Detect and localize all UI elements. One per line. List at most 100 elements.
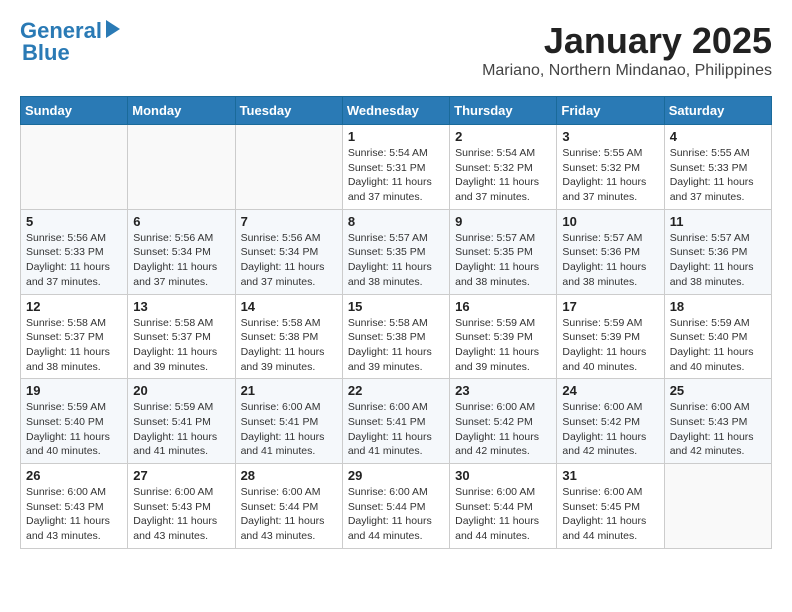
day-cell: 8 Sunrise: 5:57 AM Sunset: 5:35 PM Daylig…	[342, 209, 449, 294]
day-number: 11	[670, 214, 766, 229]
weekday-header-sunday: Sunday	[21, 97, 128, 125]
day-number: 23	[455, 383, 551, 398]
day-number: 4	[670, 129, 766, 144]
day-cell: 7 Sunrise: 5:56 AM Sunset: 5:34 PM Daylig…	[235, 209, 342, 294]
day-info: Sunrise: 6:00 AM Sunset: 5:41 PM Dayligh…	[348, 400, 444, 459]
day-cell: 2 Sunrise: 5:54 AM Sunset: 5:32 PM Daylig…	[450, 125, 557, 210]
day-cell: 1 Sunrise: 5:54 AM Sunset: 5:31 PM Daylig…	[342, 125, 449, 210]
day-info: Sunrise: 6:00 AM Sunset: 5:44 PM Dayligh…	[241, 485, 337, 544]
day-number: 5	[26, 214, 122, 229]
day-number: 21	[241, 383, 337, 398]
day-cell: 31 Sunrise: 6:00 AM Sunset: 5:45 PM Dayli…	[557, 464, 664, 549]
title-block: January 2025 Mariano, Northern Mindanao,…	[482, 20, 772, 80]
day-info: Sunrise: 5:55 AM Sunset: 5:32 PM Dayligh…	[562, 146, 658, 205]
logo-arrow-icon	[106, 20, 120, 38]
day-cell: 6 Sunrise: 5:56 AM Sunset: 5:34 PM Daylig…	[128, 209, 235, 294]
weekday-header-monday: Monday	[128, 97, 235, 125]
day-number: 7	[241, 214, 337, 229]
day-info: Sunrise: 6:00 AM Sunset: 5:43 PM Dayligh…	[670, 400, 766, 459]
day-info: Sunrise: 6:00 AM Sunset: 5:43 PM Dayligh…	[133, 485, 229, 544]
day-cell: 26Sunrise: 6:00 AM Sunset: 5:43 PM Dayli…	[21, 464, 128, 549]
day-info: Sunrise: 5:59 AM Sunset: 5:39 PM Dayligh…	[562, 316, 658, 375]
page-header: General Blue January 2025 Mariano, North…	[20, 20, 772, 80]
day-number: 31	[562, 468, 658, 483]
day-info: Sunrise: 6:00 AM Sunset: 5:44 PM Dayligh…	[348, 485, 444, 544]
day-cell	[235, 125, 342, 210]
day-cell: 13 Sunrise: 5:58 AM Sunset: 5:37 PM Dayli…	[128, 294, 235, 379]
day-cell: 4 Sunrise: 5:55 AM Sunset: 5:33 PM Daylig…	[664, 125, 771, 210]
day-number: 28	[241, 468, 337, 483]
day-info: Sunrise: 6:00 AM Sunset: 5:41 PM Dayligh…	[241, 400, 337, 459]
day-number: 10	[562, 214, 658, 229]
day-number: 24	[562, 383, 658, 398]
day-info: Sunrise: 5:59 AM Sunset: 5:40 PM Dayligh…	[670, 316, 766, 375]
day-info: Sunrise: 6:00 AM Sunset: 5:42 PM Dayligh…	[562, 400, 658, 459]
day-number: 1	[348, 129, 444, 144]
day-cell: 10 Sunrise: 5:57 AM Sunset: 5:36 PM Dayli…	[557, 209, 664, 294]
day-number: 3	[562, 129, 658, 144]
day-info: Sunrise: 6:00 AM Sunset: 5:44 PM Dayligh…	[455, 485, 551, 544]
day-cell: 14Sunrise: 5:58 AM Sunset: 5:38 PM Dayli…	[235, 294, 342, 379]
day-cell: 3 Sunrise: 5:55 AM Sunset: 5:32 PM Daylig…	[557, 125, 664, 210]
day-info: Sunrise: 5:58 AM Sunset: 5:37 PM Dayligh…	[26, 316, 122, 375]
day-number: 29	[348, 468, 444, 483]
weekday-header-wednesday: Wednesday	[342, 97, 449, 125]
logo-text: General	[20, 20, 102, 42]
day-cell: 29 Sunrise: 6:00 AM Sunset: 5:44 PM Dayli…	[342, 464, 449, 549]
day-info: Sunrise: 5:56 AM Sunset: 5:34 PM Dayligh…	[241, 231, 337, 290]
day-number: 15	[348, 299, 444, 314]
day-cell: 16 Sunrise: 5:59 AM Sunset: 5:39 PM Dayli…	[450, 294, 557, 379]
day-cell: 25 Sunrise: 6:00 AM Sunset: 5:43 PM Dayli…	[664, 379, 771, 464]
day-number: 22	[348, 383, 444, 398]
weekday-header-thursday: Thursday	[450, 97, 557, 125]
day-cell: 19 Sunrise: 5:59 AM Sunset: 5:40 PM Dayli…	[21, 379, 128, 464]
day-number: 19	[26, 383, 122, 398]
day-info: Sunrise: 5:56 AM Sunset: 5:34 PM Dayligh…	[133, 231, 229, 290]
day-number: 14	[241, 299, 337, 314]
day-number: 27	[133, 468, 229, 483]
day-number: 8	[348, 214, 444, 229]
day-number: 18	[670, 299, 766, 314]
logo: General Blue	[20, 20, 120, 64]
week-row-1: 1 Sunrise: 5:54 AM Sunset: 5:31 PM Daylig…	[21, 125, 772, 210]
day-cell: 30Sunrise: 6:00 AM Sunset: 5:44 PM Dayli…	[450, 464, 557, 549]
day-info: Sunrise: 5:54 AM Sunset: 5:32 PM Dayligh…	[455, 146, 551, 205]
day-info: Sunrise: 5:59 AM Sunset: 5:39 PM Dayligh…	[455, 316, 551, 375]
weekday-header-friday: Friday	[557, 97, 664, 125]
day-cell: 5 Sunrise: 5:56 AM Sunset: 5:33 PM Daylig…	[21, 209, 128, 294]
day-cell: 28 Sunrise: 6:00 AM Sunset: 5:44 PM Dayli…	[235, 464, 342, 549]
day-info: Sunrise: 5:56 AM Sunset: 5:33 PM Dayligh…	[26, 231, 122, 290]
day-info: Sunrise: 5:57 AM Sunset: 5:35 PM Dayligh…	[348, 231, 444, 290]
day-cell: 12Sunrise: 5:58 AM Sunset: 5:37 PM Dayli…	[21, 294, 128, 379]
location-subtitle: Mariano, Northern Mindanao, Philippines	[482, 62, 772, 80]
day-number: 26	[26, 468, 122, 483]
week-row-5: 26 Sunrise: 6:00 AM Sunset: 5:43 PM Dayli…	[21, 464, 772, 549]
day-number: 16	[455, 299, 551, 314]
day-cell: 20 Sunrise: 5:59 AM Sunset: 5:41 PM Dayli…	[128, 379, 235, 464]
day-info: Sunrise: 5:59 AM Sunset: 5:41 PM Dayligh…	[133, 400, 229, 459]
day-info: Sunrise: 5:54 AM Sunset: 5:31 PM Dayligh…	[348, 146, 444, 205]
day-cell: 15 Sunrise: 5:58 AM Sunset: 5:38 PM Dayli…	[342, 294, 449, 379]
weekday-header-row: SundayMondayTuesdayWednesdayThursdayFrid…	[21, 97, 772, 125]
day-info: Sunrise: 5:59 AM Sunset: 5:40 PM Dayligh…	[26, 400, 122, 459]
day-info: Sunrise: 6:00 AM Sunset: 5:45 PM Dayligh…	[562, 485, 658, 544]
day-info: Sunrise: 5:57 AM Sunset: 5:36 PM Dayligh…	[670, 231, 766, 290]
day-number: 20	[133, 383, 229, 398]
day-info: Sunrise: 5:55 AM Sunset: 5:33 PM Dayligh…	[670, 146, 766, 205]
day-number: 2	[455, 129, 551, 144]
day-number: 13	[133, 299, 229, 314]
day-cell: 21 Sunrise: 6:00 AM Sunset: 5:41 PM Dayli…	[235, 379, 342, 464]
day-number: 25	[670, 383, 766, 398]
day-info: Sunrise: 5:58 AM Sunset: 5:37 PM Dayligh…	[133, 316, 229, 375]
day-cell: 11 Sunrise: 5:57 AM Sunset: 5:36 PM Dayli…	[664, 209, 771, 294]
day-cell: 22 Sunrise: 6:00 AM Sunset: 5:41 PM Dayli…	[342, 379, 449, 464]
week-row-4: 19 Sunrise: 5:59 AM Sunset: 5:40 PM Dayli…	[21, 379, 772, 464]
day-cell: 27 Sunrise: 6:00 AM Sunset: 5:43 PM Dayli…	[128, 464, 235, 549]
day-number: 17	[562, 299, 658, 314]
day-cell	[128, 125, 235, 210]
week-row-3: 12Sunrise: 5:58 AM Sunset: 5:37 PM Dayli…	[21, 294, 772, 379]
day-info: Sunrise: 5:58 AM Sunset: 5:38 PM Dayligh…	[348, 316, 444, 375]
day-number: 6	[133, 214, 229, 229]
day-cell: 17 Sunrise: 5:59 AM Sunset: 5:39 PM Dayli…	[557, 294, 664, 379]
day-info: Sunrise: 5:57 AM Sunset: 5:36 PM Dayligh…	[562, 231, 658, 290]
